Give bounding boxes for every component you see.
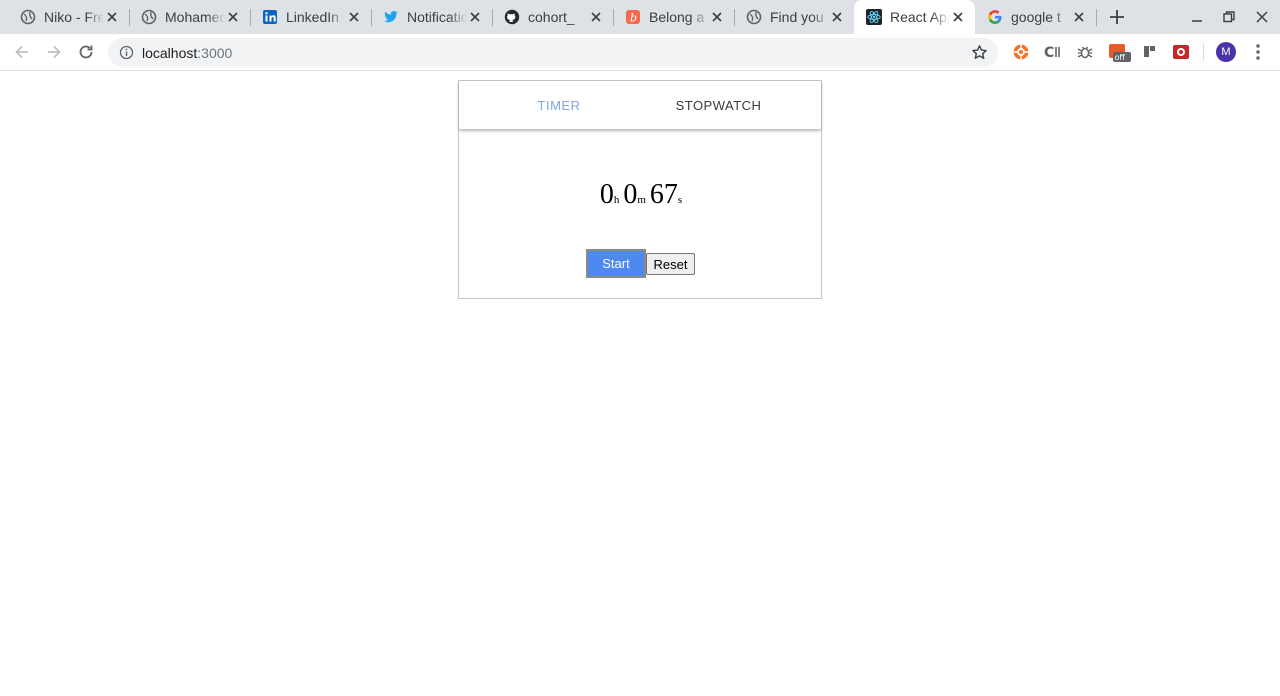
profile-avatar[interactable]: M [1216,42,1236,62]
globe-icon [20,9,36,25]
react-icon [866,9,882,25]
hours-unit: h [613,194,620,206]
timer-card: TIMER STOPWATCH 0h 0m 67s Start Reset [458,80,822,299]
minutes-value: 0 [623,179,638,210]
google-icon [987,9,1003,25]
extension-badge-text: off [1115,53,1126,62]
reset-button[interactable]: Reset [646,253,695,275]
address-bar[interactable]: localhost:3000 [108,38,998,67]
url-host: localhost [142,45,198,61]
close-icon[interactable] [468,10,482,24]
close-icon[interactable] [710,10,724,24]
github-icon [504,9,520,25]
close-icon[interactable] [830,10,844,24]
browser-tab[interactable]: Find you [734,0,854,34]
bookmark-star-icon[interactable] [971,44,988,61]
kebab-menu-icon[interactable] [1251,43,1265,61]
close-icon[interactable] [226,10,240,24]
new-tab-plus-icon[interactable] [1107,7,1127,27]
extension-css-icon[interactable]: C [1044,43,1062,61]
browser-tab[interactable]: Notifications [371,0,492,34]
start-button[interactable]: Start [586,249,646,278]
minutes-unit: m [637,194,646,206]
tab-stopwatch[interactable]: STOPWATCH [640,81,797,129]
reload-icon[interactable] [76,42,96,62]
url-text: localhost:3000 [142,45,232,61]
info-icon[interactable] [119,45,134,60]
seconds-unit: s [677,194,683,206]
toolbar-divider [1203,43,1204,61]
forward-arrow-icon[interactable] [44,42,64,62]
browser-toolbar: localhost:3000 C off M [0,34,1280,71]
browser-tab[interactable]: google t [975,0,1096,34]
tab-separator [1096,9,1097,26]
browser-tab-active[interactable]: React App [854,0,975,34]
tab-title: LinkedIn [286,9,339,25]
browser-tab-strip: Niko - Freelance Mohamed LinkedIn Notifi… [0,0,1280,34]
minimize-icon[interactable] [1189,9,1205,25]
back-arrow-icon[interactable] [12,42,32,62]
window-close-icon[interactable] [1254,9,1270,25]
tab-title: React App [890,9,950,25]
extension-off-badge-icon[interactable]: off [1108,43,1132,63]
time-display: 0h 0m 67s [459,179,821,211]
extension-orange-icon[interactable] [1012,43,1030,61]
seconds-value: 67 [649,179,678,210]
restore-icon[interactable] [1221,9,1237,25]
tab-title: google t [1011,9,1061,25]
browser-tab[interactable]: Niko - Freelance [8,0,129,34]
mode-tabs: TIMER STOPWATCH [459,81,821,129]
browser-tab[interactable]: cohort_ [492,0,613,34]
extension-bug-icon[interactable] [1076,43,1094,61]
url-port: :3000 [197,45,233,61]
tab-title: Notifications [407,9,467,25]
close-icon[interactable] [951,10,965,24]
browser-tab[interactable]: b Belong a [613,0,734,34]
tab-title: Belong a [649,9,705,25]
linkedin-icon [262,9,278,25]
close-icon[interactable] [105,10,119,24]
twitter-icon [383,9,399,25]
tab-timer[interactable]: TIMER [478,81,640,129]
close-icon[interactable] [347,10,361,24]
svg-text:b: b [630,12,637,25]
close-icon[interactable] [589,10,603,24]
tab-title: Mohamed [165,9,225,25]
tab-title: cohort_ [528,9,575,25]
tab-title: Niko - Freelance [44,9,104,25]
tab-title: Find you [770,9,824,25]
close-icon[interactable] [1072,10,1086,24]
globe-icon [141,9,157,25]
globe-icon [746,9,762,25]
belong-icon: b [625,9,641,25]
extension-bar-icon[interactable] [1141,43,1159,61]
browser-tab[interactable]: Mohamed [129,0,250,34]
hours-value: 0 [599,179,614,210]
extension-red-icon[interactable] [1172,43,1190,61]
svg-text:C: C [1044,45,1054,61]
browser-tab[interactable]: LinkedIn [250,0,371,34]
